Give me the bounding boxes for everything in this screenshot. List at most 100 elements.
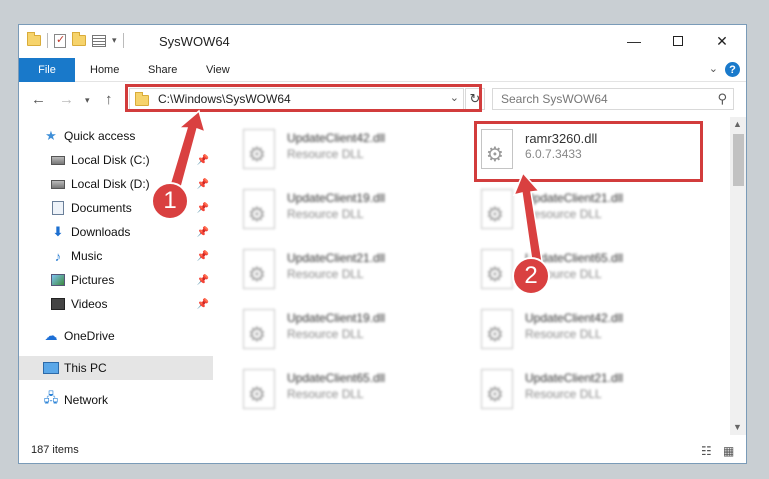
file-highlight-box	[474, 121, 703, 182]
file-name: UpdateClient42.dll	[287, 131, 386, 145]
sidebar-item-network[interactable]: 🖧 Network	[19, 388, 213, 412]
scroll-up-icon[interactable]: ▲	[733, 119, 742, 129]
pin-icon[interactable]: 📌	[197, 203, 209, 214]
sidebar-item-label: Music	[71, 249, 103, 263]
tab-home[interactable]: Home	[90, 64, 119, 76]
expand-ribbon-icon[interactable]: ⌄	[709, 62, 718, 75]
sidebar-item-music[interactable]: ♪ Music 📌	[19, 244, 213, 268]
file-description: Resource DLL	[287, 267, 364, 281]
address-highlight-box	[125, 84, 482, 112]
search-input[interactable]: Search SysWOW64 ⚲	[492, 88, 734, 110]
file-name: UpdateClient21.dll	[525, 371, 624, 385]
file-description: Resource DLL	[525, 387, 602, 401]
sidebar-item-label: Quick access	[64, 129, 136, 143]
dll-file-icon	[481, 249, 513, 289]
sidebar-item-label: Pictures	[71, 273, 115, 287]
file-name: UpdateClient65.dll	[287, 371, 386, 385]
title-bar: ▾ SysWOW64 — ✕	[19, 25, 746, 58]
sidebar-item-pictures[interactable]: Pictures 📌	[19, 268, 213, 292]
explorer-window: ▾ SysWOW64 — ✕ File Home Share View ⌄ ? …	[18, 24, 747, 464]
sidebar-item-label: This PC	[64, 361, 107, 375]
close-icon: ✕	[716, 32, 728, 49]
file-item[interactable]: UpdateClient19.dll Resource DLL	[237, 185, 467, 235]
dll-file-icon	[481, 369, 513, 409]
network-icon: 🖧	[43, 390, 59, 405]
pin-icon[interactable]: 📌	[197, 251, 209, 262]
sidebar-item-label: Local Disk (D:)	[71, 177, 150, 191]
file-item[interactable]: UpdateClient65.dll Resource DLL	[475, 245, 705, 295]
sidebar-item-quick-access[interactable]: ★ Quick access	[19, 124, 213, 148]
cloud-icon: ☁	[44, 328, 58, 343]
file-description: Resource DLL	[525, 207, 602, 221]
file-item[interactable]: UpdateClient42.dll Resource DLL	[475, 305, 705, 355]
sidebar-item-label: Downloads	[71, 225, 131, 239]
file-item[interactable]: UpdateClient65.dll Resource DLL	[237, 365, 467, 415]
back-arrow-icon[interactable]: ←	[31, 91, 46, 108]
maximize-button[interactable]	[655, 25, 701, 57]
file-name: UpdateClient42.dll	[525, 311, 624, 325]
pin-icon[interactable]: 📌	[197, 299, 209, 310]
scrollbar-thumb[interactable]	[733, 134, 744, 186]
minimize-icon: —	[627, 33, 641, 49]
window-title: SysWOW64	[159, 34, 230, 49]
recent-locations-icon[interactable]: ▾	[85, 95, 90, 106]
quick-access-toolbar: ▾	[27, 32, 124, 48]
sidebar-item-label: OneDrive	[64, 329, 115, 343]
up-arrow-icon[interactable]: ↑	[105, 91, 113, 108]
file-item[interactable]: UpdateClient21.dll Resource DLL	[475, 185, 705, 235]
folder-icon[interactable]	[27, 32, 41, 46]
help-icon[interactable]: ?	[725, 62, 740, 77]
file-name: UpdateClient19.dll	[287, 311, 386, 325]
ribbon: File Home Share View ⌄ ?	[19, 58, 746, 82]
disk-icon	[51, 155, 65, 165]
tab-file[interactable]: File	[19, 58, 75, 82]
large-icons-view-icon[interactable]: ▦	[723, 444, 734, 458]
pictures-icon	[51, 274, 65, 286]
music-icon: ♪	[54, 248, 62, 264]
forward-arrow-icon[interactable]: →	[59, 91, 74, 108]
file-description: Resource DLL	[287, 327, 364, 341]
file-name: UpdateClient21.dll	[525, 191, 624, 205]
file-item[interactable]: UpdateClient21.dll Resource DLL	[475, 365, 705, 415]
dll-file-icon	[243, 189, 275, 229]
file-name: UpdateClient19.dll	[287, 191, 386, 205]
sidebar-item-downloads[interactable]: ⬇ Downloads 📌	[19, 220, 213, 244]
new-folder-icon[interactable]	[72, 32, 86, 46]
tab-view[interactable]: View	[206, 64, 230, 76]
sidebar-item-onedrive[interactable]: ☁ OneDrive	[19, 324, 213, 348]
item-count: 187 items	[31, 444, 79, 456]
file-description: Resource DLL	[525, 327, 602, 341]
dll-file-icon	[243, 129, 275, 169]
pin-icon[interactable]: 📌	[197, 155, 209, 166]
step-1-badge: 1	[151, 182, 189, 220]
details-view-icon[interactable]: ☷	[701, 444, 712, 458]
file-item[interactable]: UpdateClient21.dll Resource DLL	[237, 245, 467, 295]
status-bar: 187 items ☷ ▦	[19, 437, 746, 463]
close-button[interactable]: ✕	[699, 25, 745, 57]
vertical-scrollbar[interactable]: ▲ ▼	[730, 117, 746, 435]
pin-icon[interactable]: 📌	[197, 227, 209, 238]
videos-icon	[51, 298, 65, 310]
search-icon: ⚲	[717, 91, 727, 106]
sidebar-item-videos[interactable]: Videos 📌	[19, 292, 213, 316]
pin-icon[interactable]: 📌	[197, 179, 209, 190]
minimize-button[interactable]: —	[611, 25, 657, 57]
file-item[interactable]: UpdateClient42.dll Resource DLL	[237, 125, 467, 175]
sidebar-item-this-pc[interactable]: This PC	[19, 356, 213, 380]
sidebar-item-local-disk-c[interactable]: Local Disk (C:) 📌	[19, 148, 213, 172]
tab-share[interactable]: Share	[148, 64, 177, 76]
toolbar-divider	[122, 33, 124, 48]
customize-dropdown-icon[interactable]: ▾	[112, 35, 117, 46]
file-item[interactable]: UpdateClient19.dll Resource DLL	[237, 305, 467, 355]
properties-icon[interactable]	[92, 34, 106, 47]
sidebar-item-label: Local Disk (C:)	[71, 153, 150, 167]
scroll-down-icon[interactable]: ▼	[733, 422, 742, 432]
maximize-icon	[673, 36, 683, 46]
pin-icon[interactable]: 📌	[197, 275, 209, 286]
dll-file-icon	[481, 309, 513, 349]
toolbar-divider	[47, 33, 48, 48]
properties-check-icon[interactable]	[54, 33, 66, 48]
navigation-pane: ★ Quick access Local Disk (C:) 📌 Local D…	[19, 117, 213, 435]
search-placeholder: Search SysWOW64	[501, 92, 608, 106]
file-name: UpdateClient21.dll	[287, 251, 386, 265]
